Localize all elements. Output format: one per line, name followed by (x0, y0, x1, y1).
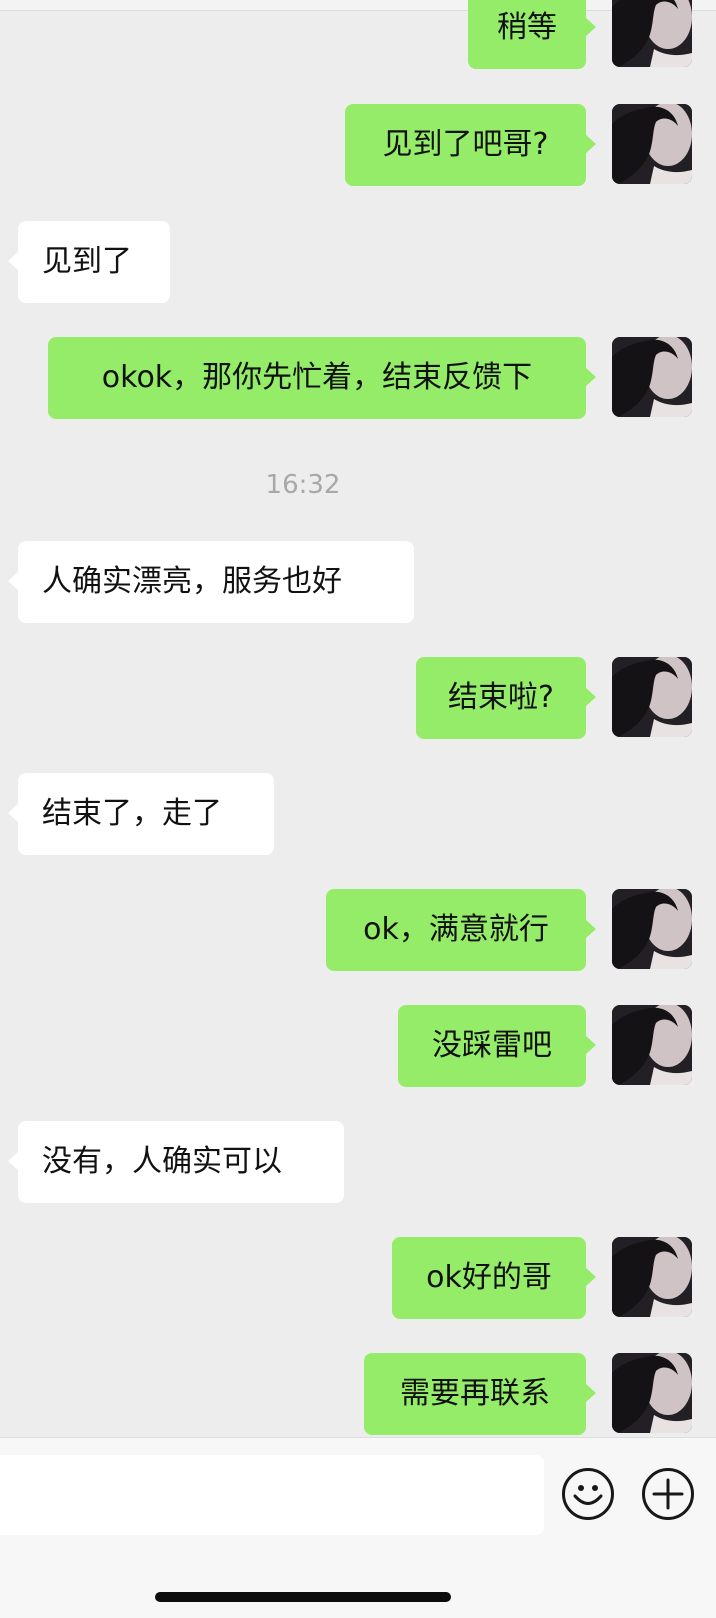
avatar-portrait-icon (612, 1237, 692, 1317)
user-avatar[interactable] (612, 1353, 692, 1433)
avatar-portrait-icon (612, 889, 692, 969)
bubble-tail (585, 687, 596, 707)
emoji-button[interactable] (562, 1468, 614, 1520)
outgoing-message-bubble[interactable]: 需要再联系 (364, 1353, 596, 1435)
outgoing-message-bubble[interactable]: 结束啦? (416, 657, 596, 739)
message-text: ok好的哥 (426, 1260, 552, 1295)
chat-input-bar (0, 1437, 716, 1618)
avatar-portrait-icon (612, 104, 692, 184)
outgoing-message-bubble[interactable]: ok好的哥 (392, 1237, 596, 1319)
bubble-tail (585, 1267, 596, 1287)
time-divider: 16:32 (265, 470, 341, 500)
incoming-message-bubble[interactable]: 见到了 (8, 221, 170, 303)
message-text: 稍等 (497, 10, 557, 45)
bubble-tail (8, 1151, 19, 1171)
bubble-tail (585, 1035, 596, 1055)
message-text: ok，满意就行 (363, 912, 549, 947)
emoji-icon (573, 1485, 603, 1505)
home-indicator[interactable] (155, 1592, 451, 1602)
message-text: 见到了吧哥? (382, 127, 549, 162)
message-text: 没踩雷吧 (432, 1028, 552, 1063)
outgoing-message-bubble[interactable]: 稍等 (468, 0, 596, 69)
message-text: 没有，人确实可以 (42, 1144, 282, 1179)
plus-icon (652, 1478, 684, 1510)
message-input[interactable] (0, 1455, 544, 1535)
outgoing-message-bubble[interactable]: okok，那你先忙着，结束反馈下 (48, 337, 596, 419)
add-more-button[interactable] (642, 1468, 694, 1520)
avatar-portrait-icon (612, 657, 692, 737)
bubble-tail (8, 571, 19, 591)
user-avatar[interactable] (612, 1237, 692, 1317)
message-text: 见到了 (42, 244, 132, 279)
message-text: 人确实漂亮，服务也好 (42, 564, 342, 599)
incoming-message-bubble[interactable]: 人确实漂亮，服务也好 (8, 541, 414, 623)
bubble-tail (585, 367, 596, 387)
user-avatar[interactable] (612, 104, 692, 184)
outgoing-message-bubble[interactable]: 没踩雷吧 (398, 1005, 596, 1087)
message-text: 需要再联系 (400, 1376, 550, 1411)
incoming-message-bubble[interactable]: 结束了，走了 (8, 773, 274, 855)
avatar-portrait-icon (612, 1005, 692, 1085)
bubble-tail (8, 251, 19, 271)
message-text: 结束啦? (448, 680, 554, 715)
avatar-portrait-icon (612, 337, 692, 417)
message-list[interactable]: 稍等 见到了吧哥? 见到了 okok，那你先忙着，结束反馈下 16:32 人确实… (0, 0, 716, 1437)
avatar-portrait-icon (612, 1353, 692, 1433)
user-avatar[interactable] (612, 337, 692, 417)
outgoing-message-bubble[interactable]: 见到了吧哥? (345, 104, 596, 186)
user-avatar[interactable] (612, 0, 692, 67)
message-text: 结束了，走了 (42, 796, 222, 831)
avatar-portrait-icon (612, 0, 692, 67)
incoming-message-bubble[interactable]: 没有，人确实可以 (8, 1121, 344, 1203)
bubble-tail (585, 134, 596, 154)
outgoing-message-bubble[interactable]: ok，满意就行 (326, 889, 596, 971)
bubble-tail (585, 919, 596, 939)
bubble-tail (585, 1383, 596, 1403)
user-avatar[interactable] (612, 1005, 692, 1085)
message-text: okok，那你先忙着，结束反馈下 (101, 360, 533, 395)
user-avatar[interactable] (612, 657, 692, 737)
bubble-tail (585, 17, 596, 37)
bubble-tail (8, 803, 19, 823)
user-avatar[interactable] (612, 889, 692, 969)
